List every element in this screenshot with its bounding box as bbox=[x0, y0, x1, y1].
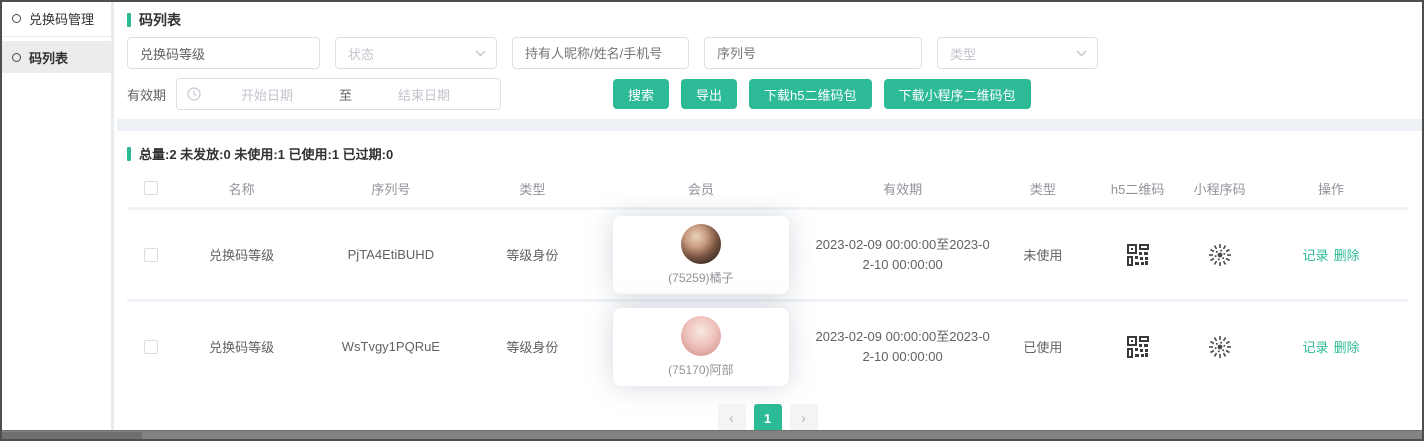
header-h5-qr: h5二维码 bbox=[1090, 179, 1185, 198]
sidebar-item-code-list[interactable]: 码列表 bbox=[2, 41, 111, 73]
validity-range: 2023-02-09 00:00:00至2023-02-10 00:00:00 bbox=[810, 235, 996, 274]
row-status: 未使用 bbox=[995, 245, 1090, 264]
header-operations: 操作 bbox=[1254, 179, 1408, 198]
header-name: 名称 bbox=[174, 179, 309, 198]
record-link[interactable]: 记录 bbox=[1303, 337, 1329, 356]
row-type: 等级身份 bbox=[473, 245, 592, 264]
sidebar-item-label: 码列表 bbox=[29, 48, 68, 67]
clock-icon bbox=[187, 87, 201, 101]
row-checkbox[interactable] bbox=[144, 340, 158, 354]
header-member: 会员 bbox=[592, 179, 810, 198]
holder-input[interactable] bbox=[512, 37, 689, 69]
row-type: 等级身份 bbox=[473, 337, 592, 356]
type-select[interactable]: 类型 bbox=[937, 37, 1098, 69]
filter-buttons: 搜索 导出 下载h5二维码包 下载小程序二维码包 bbox=[613, 79, 1031, 109]
sidebar-item-code-management[interactable]: 兑换码管理 bbox=[2, 2, 111, 34]
avatar bbox=[681, 224, 721, 264]
sidebar-divider bbox=[2, 36, 111, 37]
horizontal-scrollbar[interactable] bbox=[2, 430, 1422, 439]
app-window: 兑换码管理 码列表 码列表 状态 类型 bbox=[0, 0, 1424, 441]
delete-link[interactable]: 删除 bbox=[1334, 245, 1360, 264]
summary-accent-bar bbox=[127, 147, 131, 161]
row-serial: WsTvgy1PQRuE bbox=[309, 339, 473, 354]
row-checkbox[interactable] bbox=[144, 248, 158, 262]
h5-qr-code-icon[interactable] bbox=[1127, 244, 1149, 266]
member-name: (75170)阿部 bbox=[668, 361, 733, 378]
download-h5-qr-button[interactable]: 下载h5二维码包 bbox=[749, 79, 871, 109]
h5-qr-code-icon[interactable] bbox=[1127, 336, 1149, 358]
status-select-placeholder: 状态 bbox=[348, 44, 374, 63]
pagination-prev-button[interactable]: ‹ bbox=[718, 404, 746, 430]
type-select-placeholder: 类型 bbox=[950, 44, 976, 63]
record-link[interactable]: 记录 bbox=[1303, 245, 1329, 264]
member-name: (75259)橘子 bbox=[668, 269, 733, 286]
header-validity: 有效期 bbox=[810, 179, 996, 198]
filter-row-2: 有效期 开始日期 至 结束日期 搜索 导出 下载h5二维码包 下载小程序二维码包 bbox=[127, 78, 1408, 110]
sidebar: 兑换码管理 码列表 bbox=[2, 2, 114, 430]
pagination-next-button[interactable]: › bbox=[790, 404, 818, 430]
summary-row: 总量:2 未发放:0 未使用:1 已使用:1 已过期:0 bbox=[127, 131, 1408, 163]
section-divider bbox=[117, 119, 1422, 131]
circle-bullet-icon bbox=[12, 14, 21, 23]
main-content: 码列表 状态 类型 有效期 bbox=[117, 2, 1422, 430]
chevron-down-icon bbox=[475, 50, 486, 57]
row-name: 兑换码等级 bbox=[174, 245, 309, 264]
status-select[interactable]: 状态 bbox=[335, 37, 497, 69]
section-title: 码列表 bbox=[127, 2, 1408, 30]
miniprogram-code-icon[interactable] bbox=[1207, 334, 1233, 360]
delete-link[interactable]: 删除 bbox=[1334, 337, 1360, 356]
scrollbar-thumb[interactable] bbox=[2, 432, 142, 439]
download-miniprogram-qr-button[interactable]: 下载小程序二维码包 bbox=[884, 79, 1031, 109]
pagination-page-1[interactable]: 1 bbox=[754, 404, 782, 430]
select-all-checkbox[interactable] bbox=[144, 181, 158, 195]
circle-bullet-icon bbox=[12, 53, 21, 62]
header-mini-qr: 小程序码 bbox=[1185, 179, 1254, 198]
table-row: 兑换码等级 WsTvgy1PQRuE 等级身份 (75170)阿部 2023-0… bbox=[127, 299, 1408, 391]
header-status: 类型 bbox=[995, 179, 1090, 198]
date-range-picker[interactable]: 开始日期 至 结束日期 bbox=[176, 78, 501, 110]
miniprogram-code-icon[interactable] bbox=[1207, 242, 1233, 268]
serial-input[interactable] bbox=[704, 37, 922, 69]
page-title: 码列表 bbox=[139, 10, 181, 30]
table-row: 兑换码等级 PjTA4EtiBUHD 等级身份 (75259)橘子 2023-0… bbox=[127, 207, 1408, 299]
member-card: (75259)橘子 bbox=[613, 216, 789, 294]
end-date-input[interactable]: 结束日期 bbox=[358, 85, 490, 104]
chevron-down-icon bbox=[1076, 50, 1087, 57]
export-button[interactable]: 导出 bbox=[681, 79, 737, 109]
member-card: (75170)阿部 bbox=[613, 308, 789, 386]
search-button[interactable]: 搜索 bbox=[613, 79, 669, 109]
sidebar-item-label: 兑换码管理 bbox=[29, 9, 94, 28]
row-serial: PjTA4EtiBUHD bbox=[309, 247, 473, 262]
row-status: 已使用 bbox=[995, 337, 1090, 356]
validity-range: 2023-02-09 00:00:00至2023-02-10 00:00:00 bbox=[810, 327, 996, 366]
date-range-separator: 至 bbox=[333, 85, 358, 104]
summary-text: 总量:2 未发放:0 未使用:1 已使用:1 已过期:0 bbox=[139, 144, 393, 163]
avatar bbox=[681, 316, 721, 356]
header-type: 类型 bbox=[473, 179, 592, 198]
validity-period-label: 有效期 bbox=[127, 85, 166, 104]
table-header: 名称 序列号 类型 会员 有效期 类型 h5二维码 小程序码 操作 bbox=[127, 169, 1408, 207]
title-accent-bar bbox=[127, 13, 131, 27]
code-level-input[interactable] bbox=[127, 37, 320, 69]
row-name: 兑换码等级 bbox=[174, 337, 309, 356]
start-date-input[interactable]: 开始日期 bbox=[201, 85, 333, 104]
filter-row-1: 状态 类型 bbox=[127, 37, 1408, 69]
pagination: ‹ 1 › bbox=[127, 404, 1408, 430]
header-serial: 序列号 bbox=[309, 179, 473, 198]
